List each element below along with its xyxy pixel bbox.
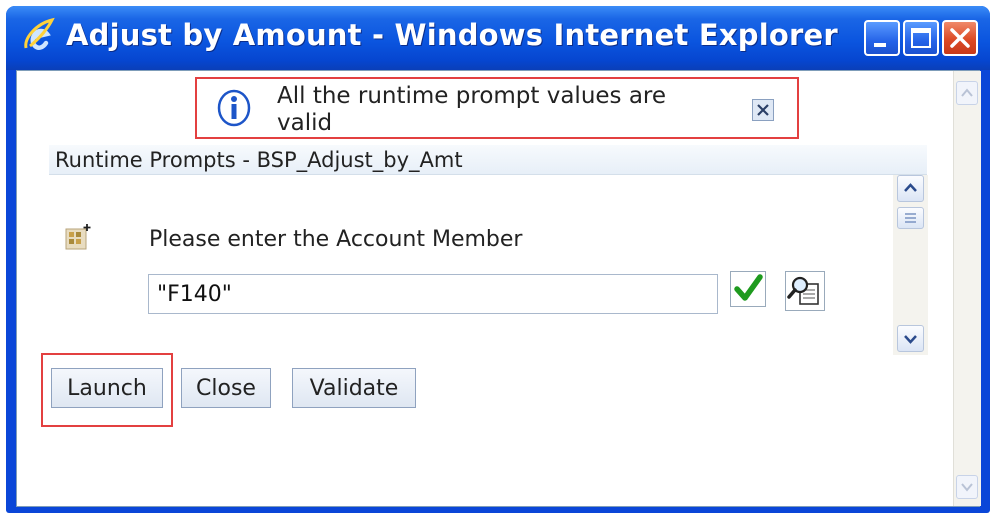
launch-button[interactable]: Launch bbox=[51, 368, 163, 408]
close-window-button[interactable] bbox=[942, 20, 978, 56]
chevron-up-icon bbox=[961, 88, 973, 97]
title-bar[interactable]: Adjust by Amount - Windows Internet Expl… bbox=[6, 6, 990, 70]
grip-icon bbox=[905, 213, 916, 223]
scroll-down-button[interactable] bbox=[897, 325, 924, 352]
info-icon bbox=[217, 89, 251, 127]
member-lookup-icon bbox=[787, 276, 819, 305]
checkmark-icon bbox=[734, 274, 763, 301]
window-title: Adjust by Amount - Windows Internet Expl… bbox=[66, 18, 838, 52]
minimize-button[interactable] bbox=[864, 20, 900, 56]
ie-window: Adjust by Amount - Windows Internet Expl… bbox=[6, 6, 990, 513]
scroll-thumb[interactable] bbox=[897, 207, 924, 229]
page-scrollbar[interactable] bbox=[953, 71, 981, 506]
page-scroll-up-button[interactable] bbox=[956, 81, 978, 105]
close-icon bbox=[757, 104, 769, 116]
page-scroll-down-button[interactable] bbox=[956, 475, 978, 499]
scroll-up-button[interactable] bbox=[897, 175, 924, 202]
dismiss-message-button[interactable] bbox=[752, 99, 774, 121]
section-title: Runtime Prompts - BSP_Adjust_by_Amt bbox=[49, 145, 927, 175]
chevron-down-icon bbox=[904, 335, 917, 344]
close-button[interactable]: Close bbox=[181, 368, 271, 408]
internet-explorer-icon bbox=[24, 17, 55, 50]
validate-member-button[interactable] bbox=[730, 271, 766, 307]
maximize-icon bbox=[911, 28, 931, 48]
close-icon bbox=[950, 28, 970, 48]
maximize-button[interactable] bbox=[903, 20, 939, 56]
minimize-icon bbox=[874, 43, 886, 47]
validation-message: All the runtime prompt values are valid bbox=[277, 83, 667, 136]
member-lookup-button[interactable] bbox=[785, 271, 825, 311]
account-member-input[interactable] bbox=[148, 274, 718, 314]
chevron-up-icon bbox=[904, 183, 917, 192]
prompt-list-scrollbar[interactable] bbox=[893, 175, 928, 355]
member-selector-icon[interactable] bbox=[63, 223, 93, 253]
validate-button[interactable]: Validate bbox=[292, 368, 416, 408]
page-content: All the runtime prompt values are valid … bbox=[16, 70, 981, 507]
chevron-down-icon bbox=[961, 483, 973, 492]
prompt-label: Please enter the Account Member bbox=[149, 227, 523, 252]
validation-message-box: All the runtime prompt values are valid bbox=[195, 77, 799, 139]
